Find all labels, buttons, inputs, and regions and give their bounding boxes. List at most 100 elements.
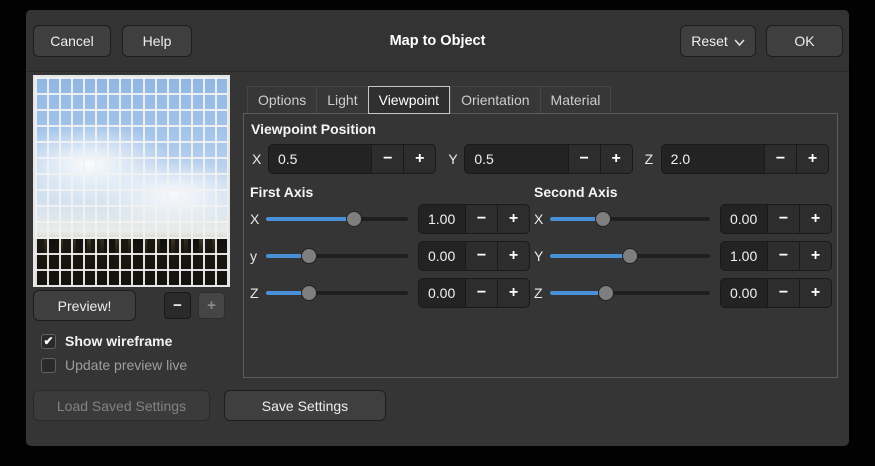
viewpoint-z-group: Z 2.0 − + [645,144,829,174]
tab-material[interactable]: Material [540,86,612,114]
plus-icon: + [811,284,820,302]
minus-icon: − [579,150,588,168]
first-axis-x-decrement-button[interactable]: − [466,204,498,234]
tab-strip: Options Light Viewpoint Orientation Mate… [247,86,611,114]
first-axis-z-slider[interactable] [266,278,408,308]
update-preview-live-row[interactable]: ✔ Update preview live [41,356,187,374]
minus-icon: − [779,284,788,302]
second-axis-y-decrement-button[interactable]: − [768,241,800,271]
slider-thumb[interactable] [301,285,317,301]
reset-button[interactable]: Reset [680,25,756,57]
second-axis-column: X 0.00 − + Y 1.00 − + [534,204,832,315]
viewpoint-z-increment-button[interactable]: + [797,144,829,174]
tab-viewpoint[interactable]: Viewpoint [368,86,450,114]
preview-image [33,75,230,287]
first-axis-column: X 1.00 − + y 0.00 − + [250,204,530,315]
second-axis-title: Second Axis [534,184,618,200]
minus-icon: − [776,150,785,168]
reset-label: Reset [691,33,728,49]
plus-icon: + [509,247,518,265]
tab-orientation[interactable]: Orientation [450,86,539,114]
slider-fill [550,254,630,258]
plus-icon: + [415,150,424,168]
titlebar: Cancel Help Map to Object Reset OK [26,10,849,72]
minus-icon: − [779,210,788,228]
second-axis-z-decrement-button[interactable]: − [768,278,800,308]
second-axis-z-label: Z [534,285,550,301]
second-axis-x-row: X 0.00 − + [534,204,832,234]
show-wireframe-row[interactable]: ✔ Show wireframe [41,332,172,350]
viewpoint-y-decrement-button[interactable]: − [569,144,601,174]
tab-light[interactable]: Light [316,86,367,114]
first-axis-x-input[interactable]: 1.00 [418,204,466,234]
first-axis-y-increment-button[interactable]: + [498,241,530,271]
tab-options[interactable]: Options [247,86,316,114]
second-axis-y-input[interactable]: 1.00 [720,241,768,271]
first-axis-z-increment-button[interactable]: + [498,278,530,308]
minus-icon: − [477,247,486,265]
show-wireframe-label: Show wireframe [65,333,172,349]
first-axis-y-label: y [250,248,266,264]
first-axis-z-row: Z 0.00 − + [250,278,530,308]
cancel-button[interactable]: Cancel [33,25,111,57]
second-axis-y-slider[interactable] [550,241,710,271]
plus-icon: + [207,297,216,314]
minus-icon: − [477,284,486,302]
viewpoint-y-group: Y 0.5 − + [448,144,632,174]
viewpoint-position-row: X 0.5 − + Y 0.5 − + Z 2.0 − + [252,144,829,174]
second-axis-x-input[interactable]: 0.00 [720,204,768,234]
slider-thumb[interactable] [622,248,638,264]
first-axis-x-increment-button[interactable]: + [498,204,530,234]
preview-button[interactable]: Preview! [33,290,136,321]
first-axis-y-slider[interactable] [266,241,408,271]
slider-thumb[interactable] [346,211,362,227]
viewpoint-x-increment-button[interactable]: + [404,144,436,174]
viewpoint-z-input[interactable]: 2.0 [661,144,765,174]
viewpoint-x-decrement-button[interactable]: − [372,144,404,174]
slider-thumb[interactable] [595,211,611,227]
load-saved-settings-button: Load Saved Settings [33,390,210,421]
check-icon: ✔ [43,335,53,347]
viewpoint-x-label: X [252,151,268,167]
first-axis-x-slider[interactable] [266,204,408,234]
first-axis-y-decrement-button[interactable]: − [466,241,498,271]
viewpoint-y-label: Y [448,151,464,167]
first-axis-y-row: y 0.00 − + [250,241,530,271]
ok-button[interactable]: OK [766,25,843,57]
second-axis-z-slider[interactable] [550,278,710,308]
plus-icon: + [808,150,817,168]
plus-icon: + [811,247,820,265]
show-wireframe-checkbox[interactable]: ✔ [41,334,56,349]
first-axis-y-input[interactable]: 0.00 [418,241,466,271]
first-axis-x-label: X [250,211,266,227]
second-axis-y-label: Y [534,248,550,264]
plus-icon: + [611,150,620,168]
update-preview-live-label: Update preview live [65,357,187,373]
save-settings-button[interactable]: Save Settings [224,390,386,421]
update-preview-live-checkbox[interactable]: ✔ [41,358,56,373]
slider-thumb[interactable] [598,285,614,301]
help-button[interactable]: Help [122,25,192,57]
viewpoint-y-input[interactable]: 0.5 [464,144,568,174]
second-axis-y-row: Y 1.00 − + [534,241,832,271]
viewpoint-y-increment-button[interactable]: + [601,144,633,174]
second-axis-x-slider[interactable] [550,204,710,234]
first-axis-z-input[interactable]: 0.00 [418,278,466,308]
viewpoint-panel: Viewpoint Position X 0.5 − + Y 0.5 − + Z… [243,113,838,378]
first-axis-title: First Axis [250,184,313,200]
second-axis-x-decrement-button[interactable]: − [768,204,800,234]
first-axis-z-decrement-button[interactable]: − [466,278,498,308]
viewpoint-z-decrement-button[interactable]: − [765,144,797,174]
second-axis-z-increment-button[interactable]: + [800,278,832,308]
plus-icon: + [509,284,518,302]
zoom-out-button[interactable]: − [164,292,191,319]
viewpoint-x-input[interactable]: 0.5 [268,144,372,174]
slider-thumb[interactable] [301,248,317,264]
second-axis-z-input[interactable]: 0.00 [720,278,768,308]
second-axis-y-increment-button[interactable]: + [800,241,832,271]
wireframe-grid-overlay [35,77,228,285]
viewpoint-position-title: Viewpoint Position [251,121,376,137]
first-axis-z-label: Z [250,285,266,301]
second-axis-x-increment-button[interactable]: + [800,204,832,234]
second-axis-z-row: Z 0.00 − + [534,278,832,308]
